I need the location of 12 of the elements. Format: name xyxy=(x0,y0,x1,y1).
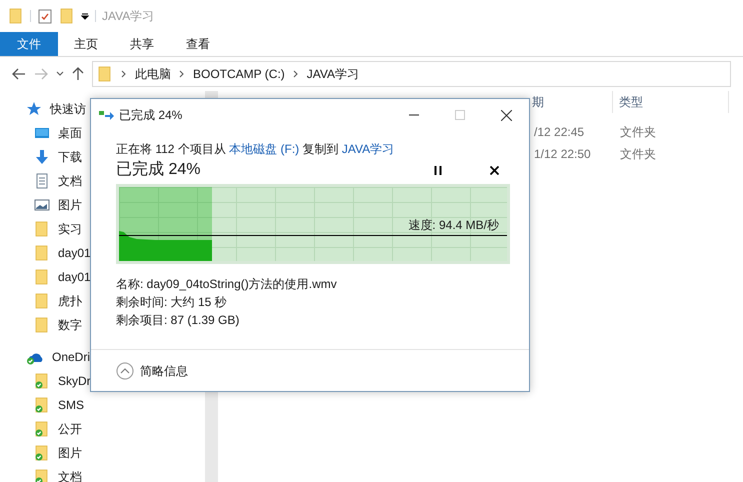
type-cell-text: 文件夹 xyxy=(619,146,656,163)
detail-text: 剩余时间: 大约 15 秒 xyxy=(116,294,228,311)
copy-message: 正在将 112 个项目从 本地磁盘 (F:) 复制到 JAVA学习 xyxy=(116,141,396,158)
dialog-title: 已完成 24% xyxy=(119,107,182,124)
date-cell-text: /12 22:45 xyxy=(534,124,586,141)
date-cell-text: 1/12 22:50 xyxy=(534,146,592,163)
window-title: JAVA学习 xyxy=(102,8,154,25)
speed-label: 速度: 94.4 MB/秒 xyxy=(408,217,499,234)
detail-text: 名称: day09_04toString()方法的使用.wmv xyxy=(116,276,338,293)
type-cell-text: 文件夹 xyxy=(619,124,656,141)
detail-text: 剩余项目: 87 (1.39 GB) xyxy=(116,312,240,329)
progress-heading: 已完成 24% xyxy=(116,160,202,180)
